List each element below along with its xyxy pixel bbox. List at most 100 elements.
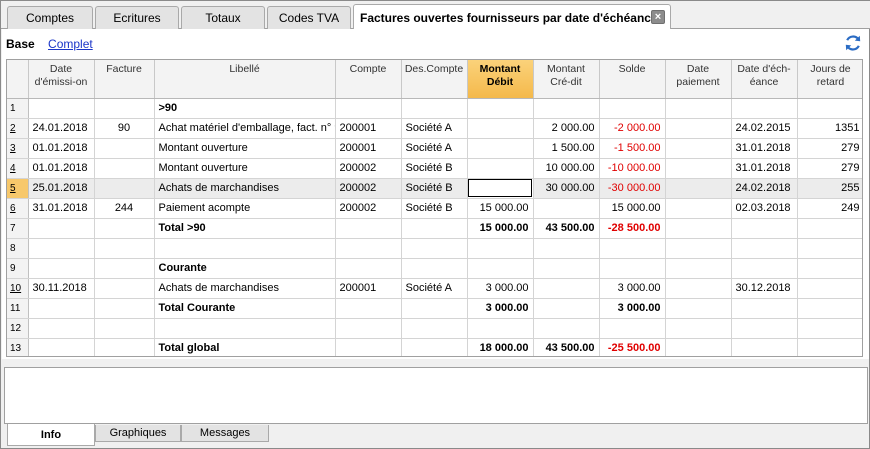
row-number[interactable]: 2: [7, 118, 29, 139]
table-row[interactable]: 1 >90: [7, 98, 862, 119]
table-row[interactable]: 3 01.01.2018 Montant ouverture 200001 Sociét…: [7, 138, 862, 159]
cell-solde[interactable]: 3 000.00: [599, 278, 666, 299]
cell-jours-retard[interactable]: [797, 338, 862, 356]
cell-des-compte[interactable]: [401, 338, 468, 356]
cell-solde[interactable]: -10 000.00: [599, 158, 666, 179]
table-row[interactable]: 7 Total >90 15 000.00 43 500.00 -28 500.00: [7, 218, 862, 239]
cell-montant-debit[interactable]: [467, 318, 534, 339]
row-number[interactable]: 13: [7, 338, 29, 356]
cell-solde[interactable]: [599, 238, 666, 259]
cell-montant-credit[interactable]: [533, 238, 600, 259]
cell-date-echeance[interactable]: [731, 318, 798, 339]
cell-montant-debit[interactable]: [467, 98, 534, 119]
cell-des-compte[interactable]: Société B: [401, 158, 468, 179]
row-number[interactable]: 9: [7, 258, 29, 279]
table-row[interactable]: 4 01.01.2018 Montant ouverture 200002 Sociét…: [7, 158, 862, 179]
cell-montant-credit[interactable]: [533, 198, 600, 219]
cell-date-emission[interactable]: [28, 218, 95, 239]
cell-facture[interactable]: [94, 98, 155, 119]
cell-date-emission[interactable]: 30.11.2018: [28, 278, 95, 299]
cell-des-compte[interactable]: [401, 238, 468, 259]
row-number[interactable]: 3: [7, 138, 29, 159]
cell-jours-retard[interactable]: [797, 98, 862, 119]
col-header-compte[interactable]: Compte: [335, 60, 402, 99]
cell-solde[interactable]: -30 000.00: [599, 178, 666, 199]
cell-jours-retard[interactable]: [797, 238, 862, 259]
cell-date-echeance[interactable]: 31.01.2018: [731, 138, 798, 159]
cell-montant-debit[interactable]: 3 000.00: [467, 278, 534, 299]
col-header-jours-retard[interactable]: Jours de retard: [797, 60, 862, 99]
tab-comptes[interactable]: Comptes: [7, 6, 93, 29]
cell-facture[interactable]: [94, 278, 155, 299]
cell-facture[interactable]: [94, 218, 155, 239]
cell-libelle[interactable]: Montant ouverture: [154, 138, 336, 159]
table-row[interactable]: 12: [7, 318, 862, 339]
close-icon[interactable]: ×: [651, 10, 665, 24]
cell-montant-debit[interactable]: [467, 138, 534, 159]
table-row[interactable]: 2 24.01.2018 90 Achat matériel d'emballage,…: [7, 118, 862, 139]
cell-libelle[interactable]: Courante: [154, 258, 336, 279]
cell-compte[interactable]: 200001: [335, 278, 402, 299]
cell-jours-retard[interactable]: 1351: [797, 118, 862, 139]
col-header-date-emission[interactable]: Date d'émissi-on: [28, 60, 95, 99]
cell-libelle[interactable]: >90: [154, 98, 336, 119]
cell-des-compte[interactable]: Société A: [401, 278, 468, 299]
row-number[interactable]: 6: [7, 198, 29, 219]
cell-facture[interactable]: 90: [94, 118, 155, 139]
cell-montant-credit[interactable]: 43 500.00: [533, 218, 600, 239]
tab-codes-tva[interactable]: Codes TVA: [267, 6, 351, 29]
cell-date-emission[interactable]: [28, 318, 95, 339]
cell-libelle[interactable]: [154, 318, 336, 339]
cell-jours-retard[interactable]: 255: [797, 178, 862, 199]
cell-jours-retard[interactable]: [797, 258, 862, 279]
table-row[interactable]: 9 Courante: [7, 258, 862, 279]
tab-graphiques[interactable]: Graphiques: [95, 425, 181, 442]
cell-date-emission[interactable]: 31.01.2018: [28, 198, 95, 219]
col-header-des-compte[interactable]: Des.Compte: [401, 60, 468, 99]
row-number[interactable]: 11: [7, 298, 29, 319]
cell-facture[interactable]: [94, 158, 155, 179]
cell-montant-credit[interactable]: [533, 258, 600, 279]
cell-montant-debit[interactable]: [467, 118, 534, 139]
cell-solde[interactable]: [599, 258, 666, 279]
cell-compte[interactable]: [335, 338, 402, 356]
cell-solde[interactable]: -28 500.00: [599, 218, 666, 239]
refresh-icon[interactable]: [843, 33, 863, 53]
cell-date-echeance[interactable]: [731, 218, 798, 239]
col-header-solde[interactable]: Solde: [599, 60, 666, 99]
cell-libelle[interactable]: Achats de marchandises: [154, 278, 336, 299]
col-header-date-echeance[interactable]: Date d'éch-éance: [731, 60, 798, 99]
cell-date-echeance[interactable]: 24.02.2018: [731, 178, 798, 199]
view-base-label[interactable]: Base: [6, 37, 35, 51]
cell-compte[interactable]: 200002: [335, 198, 402, 219]
cell-date-paiement[interactable]: [665, 158, 732, 179]
cell-des-compte[interactable]: [401, 258, 468, 279]
cell-date-echeance[interactable]: 02.03.2018: [731, 198, 798, 219]
cell-compte[interactable]: 200002: [335, 158, 402, 179]
cell-montant-debit[interactable]: [467, 258, 534, 279]
cell-date-echeance[interactable]: [731, 338, 798, 356]
cell-compte[interactable]: [335, 258, 402, 279]
cell-montant-credit[interactable]: [533, 298, 600, 319]
cell-montant-credit[interactable]: 2 000.00: [533, 118, 600, 139]
cell-date-emission[interactable]: [28, 238, 95, 259]
cell-compte[interactable]: 200001: [335, 118, 402, 139]
cell-des-compte[interactable]: Société A: [401, 118, 468, 139]
row-number[interactable]: 1: [7, 98, 29, 119]
cell-des-compte[interactable]: [401, 318, 468, 339]
cell-date-echeance[interactable]: 24.02.2015: [731, 118, 798, 139]
cell-solde[interactable]: -25 500.00: [599, 338, 666, 356]
cell-compte[interactable]: [335, 298, 402, 319]
cell-solde[interactable]: 3 000.00: [599, 298, 666, 319]
cell-date-echeance[interactable]: [731, 258, 798, 279]
cell-libelle[interactable]: Total global: [154, 338, 336, 356]
cell-montant-debit[interactable]: 3 000.00: [467, 298, 534, 319]
row-number[interactable]: 5: [7, 178, 29, 199]
cell-facture[interactable]: [94, 318, 155, 339]
cell-montant-debit[interactable]: [467, 238, 534, 259]
cell-libelle[interactable]: Montant ouverture: [154, 158, 336, 179]
cell-jours-retard[interactable]: [797, 298, 862, 319]
cell-date-emission[interactable]: 01.01.2018: [28, 158, 95, 179]
cell-date-emission[interactable]: [28, 258, 95, 279]
cell-montant-credit[interactable]: 1 500.00: [533, 138, 600, 159]
